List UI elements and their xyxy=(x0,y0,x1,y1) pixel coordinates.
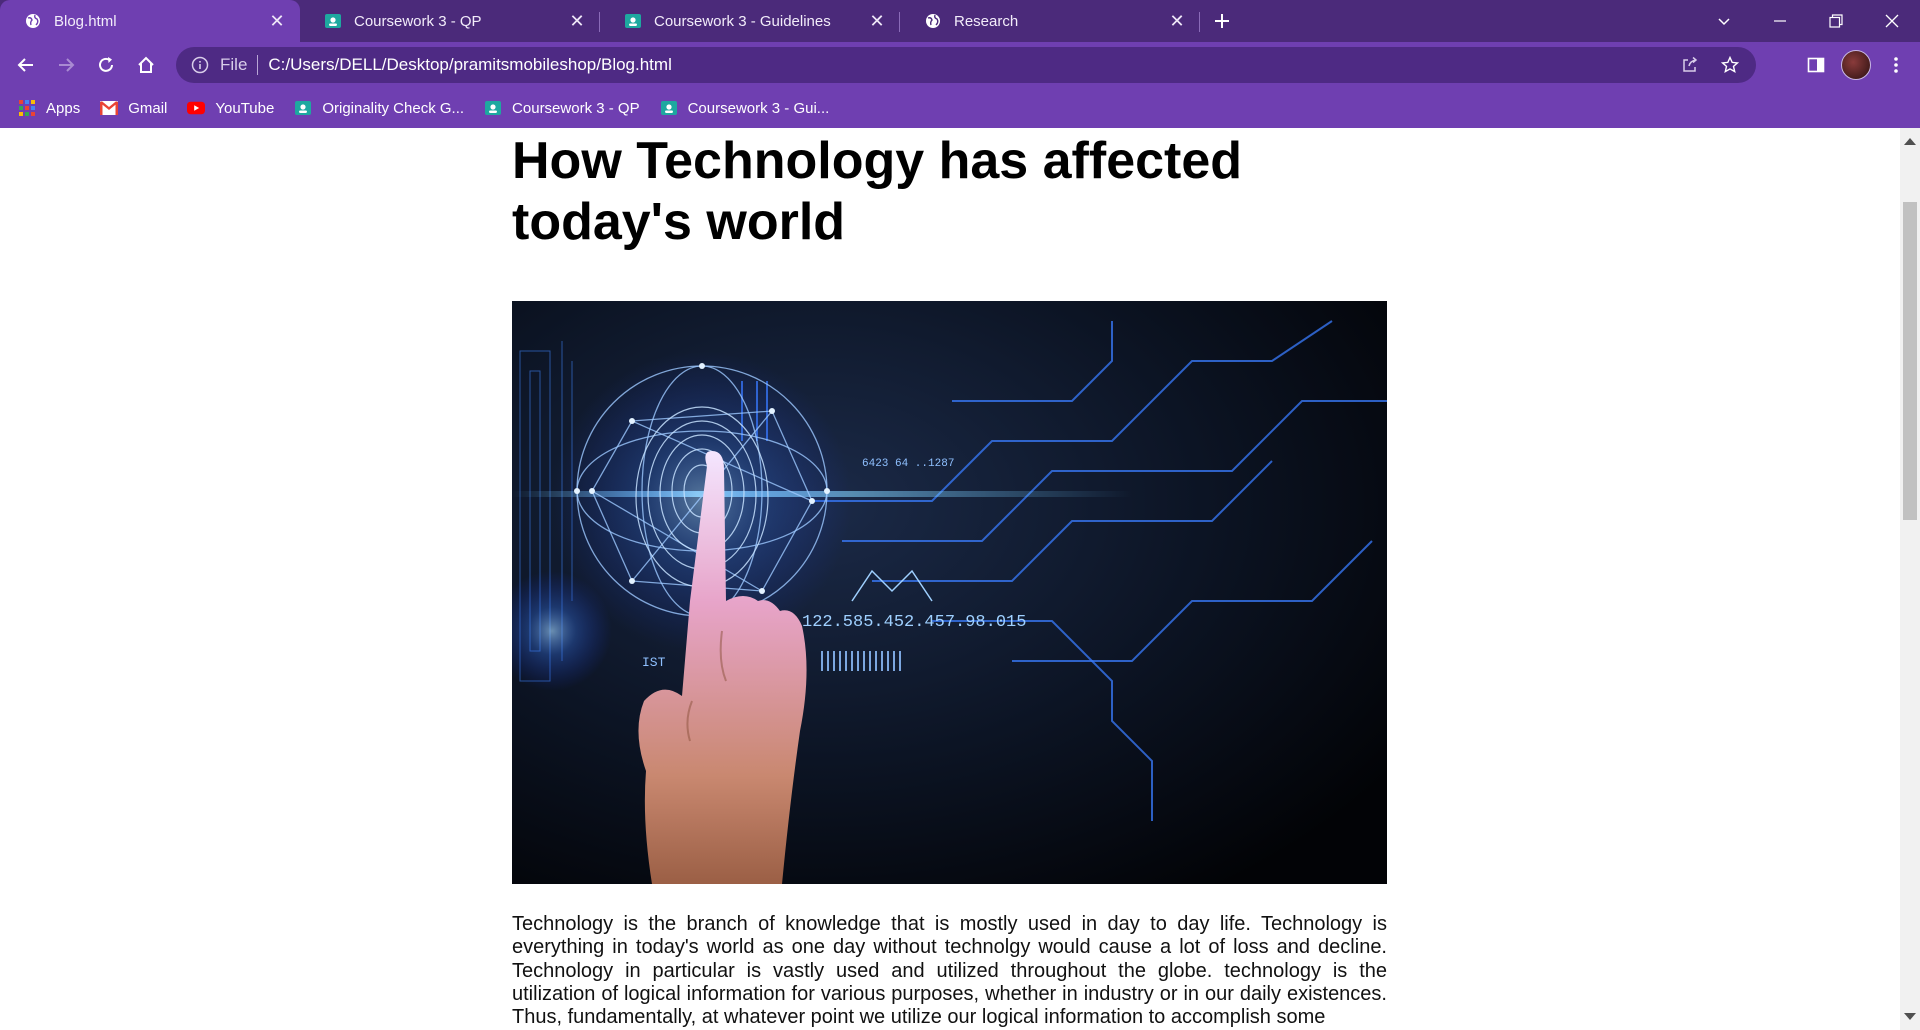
url-text[interactable]: C:/Users/DELL/Desktop/pramitsmobileshop/… xyxy=(268,55,671,75)
classroom-icon xyxy=(324,12,342,30)
minimize-icon xyxy=(1774,20,1786,22)
close-icon[interactable]: ✕ xyxy=(266,10,288,32)
globe-icon xyxy=(24,12,42,30)
scrollbar-thumb[interactable] xyxy=(1903,202,1917,520)
bookmark-coursework-guidelines[interactable]: Coursework 3 - Gui... xyxy=(660,99,830,117)
tab-blog[interactable]: Blog.html ✕ xyxy=(0,0,300,42)
classroom-icon xyxy=(624,12,642,30)
chevron-down-icon xyxy=(1718,18,1730,26)
info-icon[interactable] xyxy=(190,55,210,75)
tab-title: Coursework 3 - QP xyxy=(354,12,482,30)
bookmark-label: Originality Check G... xyxy=(322,99,465,117)
tab-separator xyxy=(1199,12,1200,32)
share-icon xyxy=(1683,56,1698,72)
bookmark-label: Apps xyxy=(46,99,81,117)
reload-button[interactable] xyxy=(86,45,126,85)
globe-icon xyxy=(924,12,942,30)
bookmark-originality-check[interactable]: Originality Check G... xyxy=(294,99,464,117)
bookmark-label: Coursework 3 - QP xyxy=(512,99,640,117)
fingerprint-touch-illustration: 6423 64 ..1287 122.585.452.457.98.015 IS… xyxy=(512,301,1387,884)
menu-button[interactable] xyxy=(1876,45,1916,85)
home-icon xyxy=(138,56,154,73)
tab-strip: Blog.html ✕ Coursework 3 - QP ✕ Coursewo… xyxy=(0,0,1920,42)
bookmarks-bar: Apps Gmail YouTube Originality Check G..… xyxy=(0,88,1920,128)
tab-coursework-guidelines[interactable]: Coursework 3 - Guidelines ✕ xyxy=(600,0,900,42)
tab-title: Research xyxy=(954,12,1019,30)
profile-button[interactable] xyxy=(1836,45,1876,85)
navigation-toolbar: File C:/Users/DELL/Desktop/pramitsmobile… xyxy=(0,42,1920,88)
minimize-button[interactable] xyxy=(1752,0,1808,42)
reload-icon xyxy=(99,57,113,72)
close-icon xyxy=(1885,14,1899,28)
close-window-button[interactable] xyxy=(1864,0,1920,42)
star-icon xyxy=(1721,56,1739,74)
youtube-icon xyxy=(187,99,206,117)
side-panel-button[interactable] xyxy=(1796,45,1836,85)
bookmark-gmail[interactable]: Gmail xyxy=(100,99,167,117)
forward-button[interactable] xyxy=(46,45,86,85)
new-tab-button[interactable] xyxy=(1200,0,1244,42)
bookmark-label: YouTube xyxy=(215,99,275,117)
page-viewport: How Technology has affected today's worl… xyxy=(0,128,1900,1030)
bookmark-youtube[interactable]: YouTube xyxy=(187,99,274,117)
home-button[interactable] xyxy=(126,45,166,85)
scroll-up-arrow-icon[interactable] xyxy=(1904,138,1916,145)
toolbar-right xyxy=(1796,42,1920,88)
close-icon[interactable]: ✕ xyxy=(866,10,888,32)
tab-coursework-qp[interactable]: Coursework 3 - QP ✕ xyxy=(300,0,600,42)
classroom-icon xyxy=(484,99,502,117)
omnibox-actions xyxy=(1674,47,1746,83)
hud-text: IST xyxy=(642,655,666,670)
side-panel-icon xyxy=(1807,57,1825,73)
tab-search-button[interactable] xyxy=(1696,0,1752,42)
bookmark-label: Gmail xyxy=(128,99,168,117)
classroom-icon xyxy=(294,99,312,117)
address-bar[interactable]: File C:/Users/DELL/Desktop/pramitsmobile… xyxy=(176,47,1756,83)
tab-title: Blog.html xyxy=(54,12,117,30)
hud-text: 122.585.452.457.98.015 xyxy=(802,613,1026,632)
tab-research[interactable]: Research ✕ xyxy=(900,0,1200,42)
back-button[interactable] xyxy=(6,45,46,85)
bookmark-label: Coursework 3 - Gui... xyxy=(687,99,830,117)
tab-title: Coursework 3 - Guidelines xyxy=(654,12,831,30)
kebab-menu-icon xyxy=(1894,57,1898,73)
bookmark-coursework-qp[interactable]: Coursework 3 - QP xyxy=(484,99,640,117)
hud-text: 6423 64 ..1287 xyxy=(862,458,954,470)
vertical-scrollbar[interactable] xyxy=(1900,128,1920,1030)
arrow-left-icon xyxy=(17,58,33,72)
scheme-label: File xyxy=(220,55,248,74)
restore-icon xyxy=(1829,14,1843,28)
share-button[interactable] xyxy=(1674,49,1706,81)
hero-image: 6423 64 ..1287 122.585.452.457.98.015 IS… xyxy=(512,301,1387,884)
apps-grid-icon xyxy=(18,99,36,117)
bookmark-star-button[interactable] xyxy=(1714,49,1746,81)
close-icon[interactable]: ✕ xyxy=(1166,10,1188,32)
blog-article: How Technology has affected today's worl… xyxy=(512,128,1387,1028)
scroll-down-arrow-icon[interactable] xyxy=(1904,1013,1916,1020)
classroom-icon xyxy=(660,99,678,117)
bookmark-apps[interactable]: Apps xyxy=(18,99,80,117)
divider xyxy=(257,55,259,75)
window-controls xyxy=(1696,0,1920,42)
article-paragraph: Technology is the branch of knowledge th… xyxy=(512,913,1387,1029)
page-title: How Technology has affected today's worl… xyxy=(512,132,1243,251)
restore-button[interactable] xyxy=(1808,0,1864,42)
arrow-right-icon xyxy=(59,58,75,72)
gmail-icon xyxy=(100,99,119,117)
avatar xyxy=(1841,50,1871,80)
close-icon[interactable]: ✕ xyxy=(566,10,588,32)
